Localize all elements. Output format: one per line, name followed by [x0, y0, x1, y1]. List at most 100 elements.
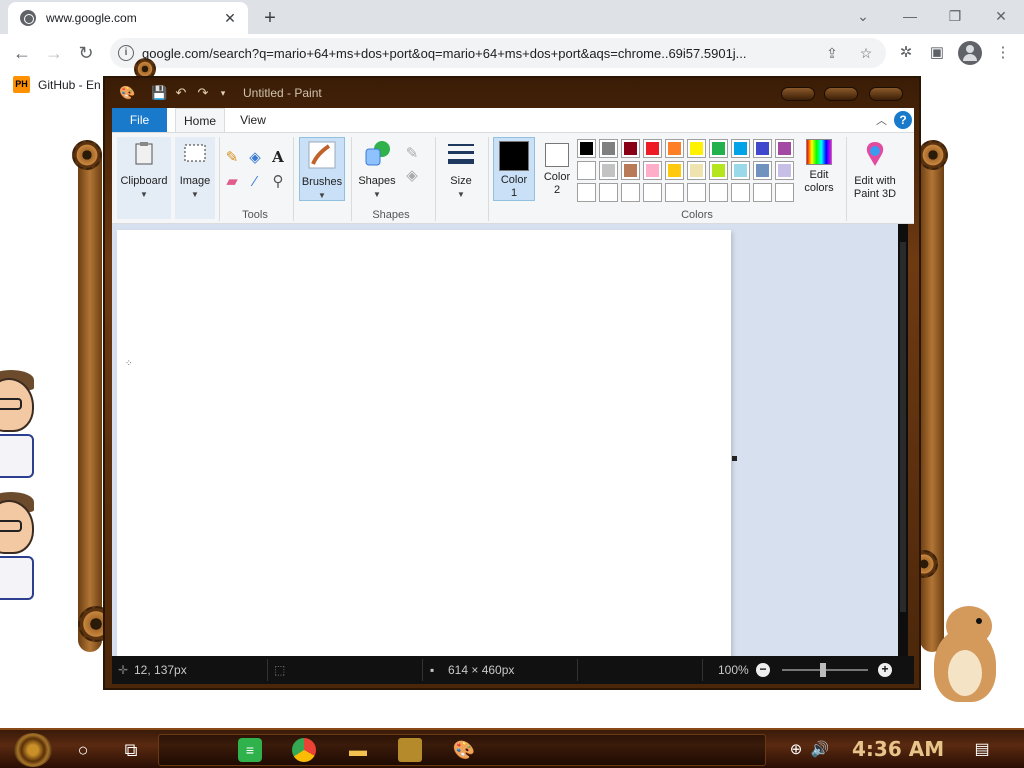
save-icon[interactable]: 💾 [151, 85, 167, 101]
cortana-circle-icon[interactable]: ○ [71, 738, 95, 762]
color-swatch[interactable] [577, 139, 596, 158]
browser-tab[interactable]: www.google.com ✕ [8, 2, 248, 34]
tab-close-icon[interactable]: ✕ [220, 8, 240, 28]
color-swatch[interactable] [599, 161, 618, 180]
shapes-button[interactable]: Shapes ▼ [355, 137, 399, 201]
color-swatch[interactable] [621, 139, 640, 158]
volume-icon[interactable]: 🔊 [808, 738, 832, 762]
color-swatch[interactable] [731, 183, 750, 202]
image-button[interactable]: Image ▼ [175, 137, 215, 219]
address-bar[interactable]: i google.com/search?q=mario+64+ms+dos+po… [110, 38, 886, 68]
forward-arrow-icon[interactable]: → [42, 41, 66, 65]
paint-app-icon[interactable]: 🎨 [119, 85, 135, 101]
color-swatch[interactable] [621, 161, 640, 180]
start-button[interactable] [14, 733, 52, 767]
help-icon[interactable]: ? [894, 111, 912, 129]
notification-icon[interactable]: ▤ [970, 738, 994, 762]
clipboard-button[interactable]: Clipboard ▼ [117, 137, 171, 219]
chrome-app-icon[interactable] [292, 738, 316, 762]
outline-icon[interactable]: ✎ [403, 145, 421, 163]
paint-titlebar[interactable]: 🎨 💾 ↶ ↷ ▾ Untitled - Paint [105, 78, 919, 108]
color1-button[interactable]: Color 1 [493, 137, 535, 201]
color-swatch[interactable] [687, 139, 706, 158]
minimize-button[interactable]: — [896, 4, 924, 28]
tab-view[interactable]: View [233, 108, 273, 132]
language-globe-icon[interactable]: ⊕ [784, 738, 808, 762]
back-arrow-icon[interactable]: ← [10, 41, 34, 65]
dosbox-app-icon[interactable] [398, 738, 422, 762]
edit-colors-button[interactable]: Edit colors [798, 137, 840, 201]
reload-icon[interactable]: ↻ [74, 41, 98, 65]
color-swatch[interactable] [753, 161, 772, 180]
tab-home[interactable]: Home [175, 108, 225, 132]
color-swatch[interactable] [665, 183, 684, 202]
bookmark-star-icon[interactable]: ☆ [856, 43, 876, 63]
color-swatch[interactable] [731, 139, 750, 158]
drawing-canvas[interactable]: ⁘ [117, 230, 731, 656]
color-swatch[interactable] [621, 183, 640, 202]
color-swatch[interactable] [665, 161, 684, 180]
zoom-slider-thumb[interactable] [820, 663, 826, 677]
color-swatch[interactable] [577, 161, 596, 180]
share-icon[interactable]: ⇪ [822, 43, 842, 63]
file-explorer-icon[interactable]: ▬ [346, 738, 370, 762]
brushes-button[interactable]: Brushes ▼ [299, 137, 345, 201]
color-swatch[interactable] [709, 161, 728, 180]
color-swatch[interactable] [599, 139, 618, 158]
size-button[interactable]: Size ▼ [441, 137, 481, 201]
bookmark-github[interactable]: GitHub - En [38, 78, 101, 92]
close-window-button[interactable]: ✕ [987, 4, 1015, 28]
taskbar-clock[interactable]: 4:36 AM [852, 737, 944, 761]
zoom-out-button[interactable]: − [756, 663, 770, 677]
color-swatch[interactable] [709, 183, 728, 202]
paint-close-button[interactable] [869, 87, 903, 101]
extensions-puzzle-icon[interactable]: ✲ [895, 42, 917, 64]
color-swatch[interactable] [665, 139, 684, 158]
zoom-in-button[interactable]: + [878, 663, 892, 677]
color-swatch[interactable] [687, 161, 706, 180]
color-swatch[interactable] [643, 139, 662, 158]
color2-button[interactable]: Color 2 [537, 137, 577, 201]
color-swatch[interactable] [599, 183, 618, 202]
color-swatch[interactable] [687, 183, 706, 202]
color-swatch[interactable] [731, 161, 750, 180]
task-view-icon[interactable]: ⧉ [119, 738, 143, 762]
color-swatch[interactable] [643, 161, 662, 180]
text-tool-icon[interactable]: A [269, 148, 287, 166]
color-picker-icon[interactable]: ⁄ [246, 173, 264, 191]
scrollbar-thumb[interactable] [900, 242, 906, 612]
pencil-icon[interactable]: ✎ [223, 149, 241, 167]
undo-icon[interactable]: ↶ [173, 85, 189, 101]
tab-search-icon[interactable]: ⌄ [849, 4, 877, 28]
redo-icon[interactable]: ↷ [195, 85, 211, 101]
color-swatch[interactable] [577, 183, 596, 202]
color-swatch[interactable] [643, 183, 662, 202]
side-panel-icon[interactable]: ▣ [926, 42, 948, 64]
color-swatch[interactable] [709, 139, 728, 158]
paint-minimize-button[interactable] [781, 87, 815, 101]
profile-avatar[interactable] [958, 41, 982, 65]
canvas-resize-handle[interactable] [732, 456, 737, 461]
site-info-icon[interactable]: i [118, 45, 134, 61]
chrome-menu-icon[interactable]: ⋮ [992, 42, 1014, 64]
eraser-icon[interactable]: ▰ [223, 173, 241, 191]
color-swatch[interactable] [775, 183, 794, 202]
tab-file[interactable]: File [112, 108, 167, 132]
restore-button[interactable]: ❐ [941, 4, 969, 28]
quick-access-dropdown-icon[interactable]: ▾ [215, 85, 231, 101]
color-swatch[interactable] [753, 139, 772, 158]
magnifier-icon[interactable]: ⚲ [269, 173, 287, 191]
paint-maximize-button[interactable] [824, 87, 858, 101]
address-url[interactable]: google.com/search?q=mario+64+ms+dos+port… [142, 46, 812, 61]
paint-app-taskbar-icon[interactable]: 🎨 [452, 738, 476, 762]
color-swatch[interactable] [775, 161, 794, 180]
edit-with-paint3d-button[interactable]: Edit with Paint 3D [850, 137, 900, 201]
fill-bucket-icon[interactable]: ◈ [246, 149, 264, 167]
collapse-ribbon-icon[interactable]: ︿ [876, 112, 887, 128]
new-tab-button[interactable]: + [258, 6, 282, 30]
color-swatch[interactable] [753, 183, 772, 202]
notes-app-icon[interactable]: ≡ [238, 738, 262, 762]
fill-icon[interactable]: ◈ [403, 167, 421, 185]
color-swatch[interactable] [775, 139, 794, 158]
vertical-scrollbar[interactable] [898, 224, 908, 656]
